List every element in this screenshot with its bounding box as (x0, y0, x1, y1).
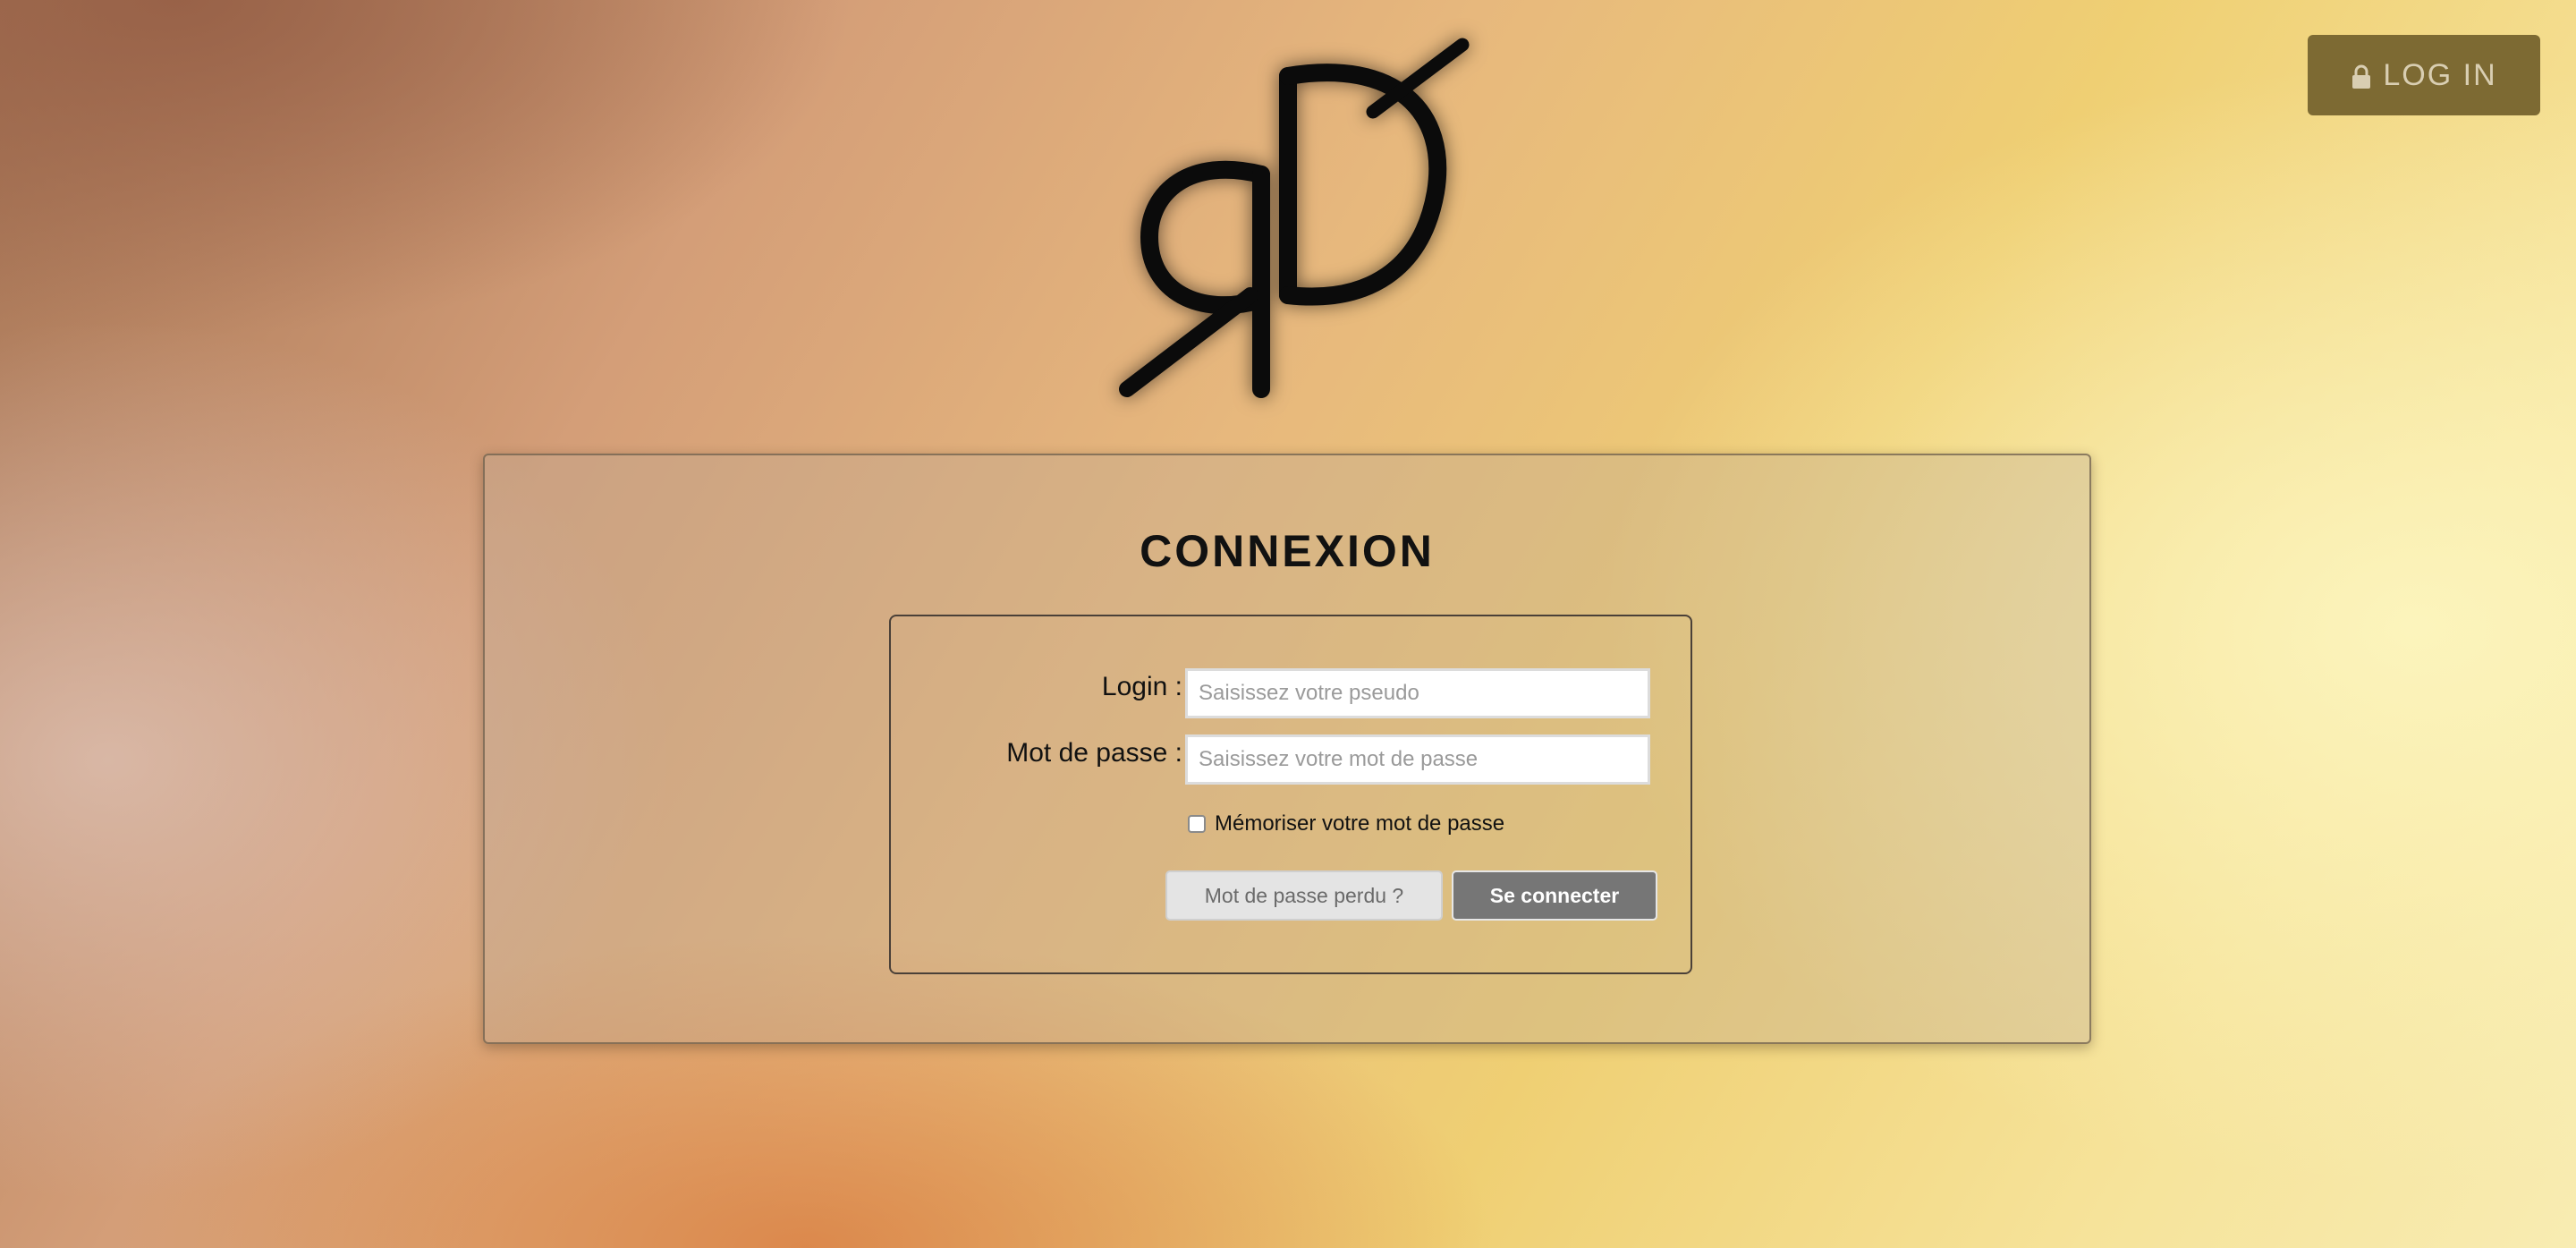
lost-password-button[interactable]: Mot de passe perdu ? (1165, 870, 1443, 921)
login-button[interactable]: LOG IN (2308, 35, 2540, 115)
password-label: Mot de passe : (1006, 738, 1182, 768)
password-input[interactable] (1185, 734, 1650, 785)
remember-label: Mémoriser votre mot de passe (1215, 811, 1505, 836)
logo (1100, 27, 1494, 403)
remember-checkbox[interactable] (1188, 815, 1206, 833)
login-input[interactable] (1185, 668, 1650, 718)
panel-title: CONNEXION (1140, 526, 1435, 576)
login-button-label: LOG IN (2383, 57, 2497, 92)
remember-row: Mémoriser votre mot de passe (1188, 811, 1504, 836)
submit-button[interactable]: Se connecter (1452, 870, 1657, 921)
lock-icon (2351, 63, 2372, 89)
login-label: Login : (1101, 672, 1182, 701)
login-panel: CONNEXION Login : Mot de passe : Mémoris… (483, 454, 2091, 1044)
login-form: Login : Mot de passe : Mémoriser votre m… (889, 615, 1692, 974)
